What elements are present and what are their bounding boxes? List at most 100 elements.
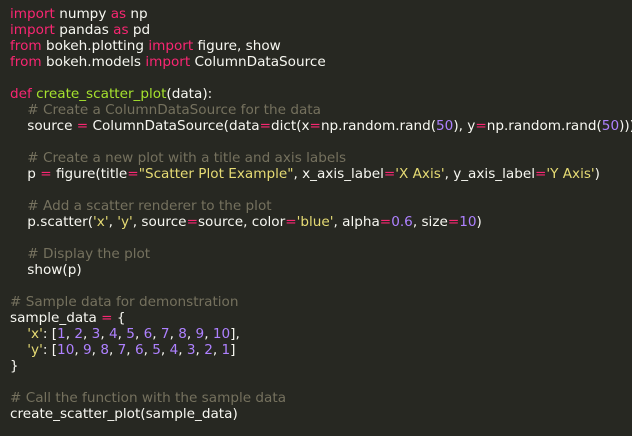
code-line[interactable] bbox=[10, 374, 632, 390]
code-token: source, color bbox=[197, 214, 286, 230]
code-token: 1 bbox=[221, 342, 231, 358]
code-token: sample_data bbox=[10, 310, 102, 326]
code-token: 'y' bbox=[27, 342, 43, 358]
code-token: , bbox=[178, 342, 187, 358]
code-token: : [ bbox=[42, 342, 58, 358]
code-line[interactable]: } bbox=[10, 358, 632, 374]
code-token: , bbox=[212, 342, 222, 358]
code-token: p.scatter( bbox=[10, 214, 94, 230]
code-token: 'blue' bbox=[296, 214, 334, 230]
code-line[interactable]: show(p) bbox=[10, 262, 632, 278]
code-token: create_scatter_plot bbox=[36, 86, 167, 102]
code-line[interactable]: 'x': [1, 2, 3, 4, 5, 6, 7, 8, 9, 10], bbox=[10, 326, 632, 342]
code-token: , bbox=[186, 326, 196, 342]
code-token: 7 bbox=[117, 342, 127, 358]
code-token: , bbox=[169, 326, 179, 342]
code-token: 'x' bbox=[93, 214, 109, 230]
code-token: , bbox=[204, 326, 213, 342]
code-token: figure(title bbox=[51, 166, 128, 182]
code-token: 7 bbox=[160, 326, 170, 342]
code-token: 2 bbox=[74, 326, 84, 342]
code-token: = bbox=[309, 118, 321, 134]
code-line[interactable] bbox=[10, 134, 632, 150]
code-line[interactable]: import numpy as np bbox=[10, 6, 632, 22]
code-token: import bbox=[148, 38, 194, 54]
code-token: , bbox=[195, 342, 205, 358]
code-line[interactable]: # Call the function with the sample data bbox=[10, 390, 632, 406]
code-line[interactable] bbox=[10, 70, 632, 86]
code-token: ], bbox=[230, 326, 240, 342]
code-line[interactable]: sample_data = { bbox=[10, 310, 632, 326]
code-line[interactable]: # Create a ColumnDataSource for the data bbox=[10, 102, 632, 118]
code-token: ), y bbox=[453, 118, 476, 134]
code-token: figure, show bbox=[193, 38, 281, 54]
code-token: = bbox=[285, 214, 297, 230]
code-token: # Display the plot bbox=[27, 246, 151, 262]
code-line[interactable]: def create_scatter_plot(data): bbox=[10, 86, 632, 102]
code-token: , bbox=[108, 214, 118, 230]
code-token: # Call the function with the sample data bbox=[10, 390, 287, 406]
code-token: 9 bbox=[195, 326, 205, 342]
code-token: def bbox=[10, 86, 32, 102]
code-line[interactable]: from bokeh.models import ColumnDataSourc… bbox=[10, 54, 632, 70]
code-token: 0.6 bbox=[391, 214, 413, 230]
code-token: } bbox=[10, 358, 19, 374]
code-token: 50 bbox=[436, 118, 454, 134]
code-token: ColumnDataSource(data bbox=[88, 118, 260, 134]
code-token: , bbox=[152, 326, 161, 342]
code-line[interactable]: # Add a scatter renderer to the plot bbox=[10, 198, 632, 214]
code-token: = bbox=[379, 214, 392, 230]
code-token: p bbox=[10, 166, 41, 182]
code-token: = bbox=[534, 166, 547, 182]
code-token: = bbox=[40, 166, 52, 182]
code-token: from bbox=[10, 38, 42, 54]
code-token: 'X Axis' bbox=[395, 166, 445, 182]
code-token: np.random.rand( bbox=[320, 118, 437, 134]
code-token: 10 bbox=[212, 326, 231, 342]
code-token: from bbox=[10, 54, 42, 70]
code-token: 2 bbox=[204, 342, 213, 358]
code-line[interactable]: # Create a new plot with a title and axi… bbox=[10, 150, 632, 166]
code-token: import bbox=[10, 6, 55, 22]
code-token: = bbox=[186, 214, 198, 230]
code-token: 'y' bbox=[117, 214, 133, 230]
code-token: , bbox=[143, 342, 153, 358]
code-token: np.random.rand( bbox=[486, 118, 602, 134]
code-line[interactable]: source = ColumnDataSource(data=dict(x=np… bbox=[10, 118, 632, 134]
code-token: ) bbox=[594, 166, 600, 182]
code-token: , bbox=[117, 326, 127, 342]
code-token: # Add a scatter renderer to the plot bbox=[27, 198, 272, 214]
code-token: # Sample data for demonstration bbox=[10, 294, 239, 310]
code-line[interactable]: p.scatter('x', 'y', source=source, color… bbox=[10, 214, 632, 230]
code-token: import bbox=[145, 54, 191, 70]
code-token: ColumnDataSource bbox=[190, 54, 326, 70]
code-token: = bbox=[259, 118, 271, 134]
code-line[interactable] bbox=[10, 182, 632, 198]
code-token: numpy bbox=[54, 6, 111, 22]
code-editor[interactable]: import numpy as np import pandas as pd fro… bbox=[0, 0, 632, 436]
code-token: ))) bbox=[619, 118, 632, 134]
code-token: 10 bbox=[57, 342, 75, 358]
code-line[interactable]: 'y': [10, 9, 8, 7, 6, 5, 4, 3, 2, 1] bbox=[10, 342, 632, 358]
code-token: = bbox=[76, 118, 89, 134]
code-line[interactable]: from bokeh.plotting import figure, show bbox=[10, 38, 632, 54]
code-line[interactable]: # Sample data for demonstration bbox=[10, 294, 632, 310]
code-token: , bbox=[83, 326, 92, 342]
code-line[interactable]: p = figure(title="Scatter Plot Example",… bbox=[10, 166, 632, 182]
code-line[interactable] bbox=[10, 230, 632, 246]
code-token: 4 bbox=[169, 342, 179, 358]
code-token: , bbox=[134, 326, 144, 342]
code-token: import bbox=[10, 22, 55, 38]
code-token: , alpha bbox=[333, 214, 380, 230]
code-token: 5 bbox=[126, 326, 135, 342]
code-token: : [ bbox=[42, 326, 58, 342]
code-token: as bbox=[113, 22, 129, 38]
code-line[interactable]: # Display the plot bbox=[10, 246, 632, 262]
code-line[interactable] bbox=[10, 278, 632, 294]
code-line[interactable]: import pandas as pd bbox=[10, 22, 632, 38]
code-line[interactable]: create_scatter_plot(sample_data) bbox=[10, 406, 632, 422]
